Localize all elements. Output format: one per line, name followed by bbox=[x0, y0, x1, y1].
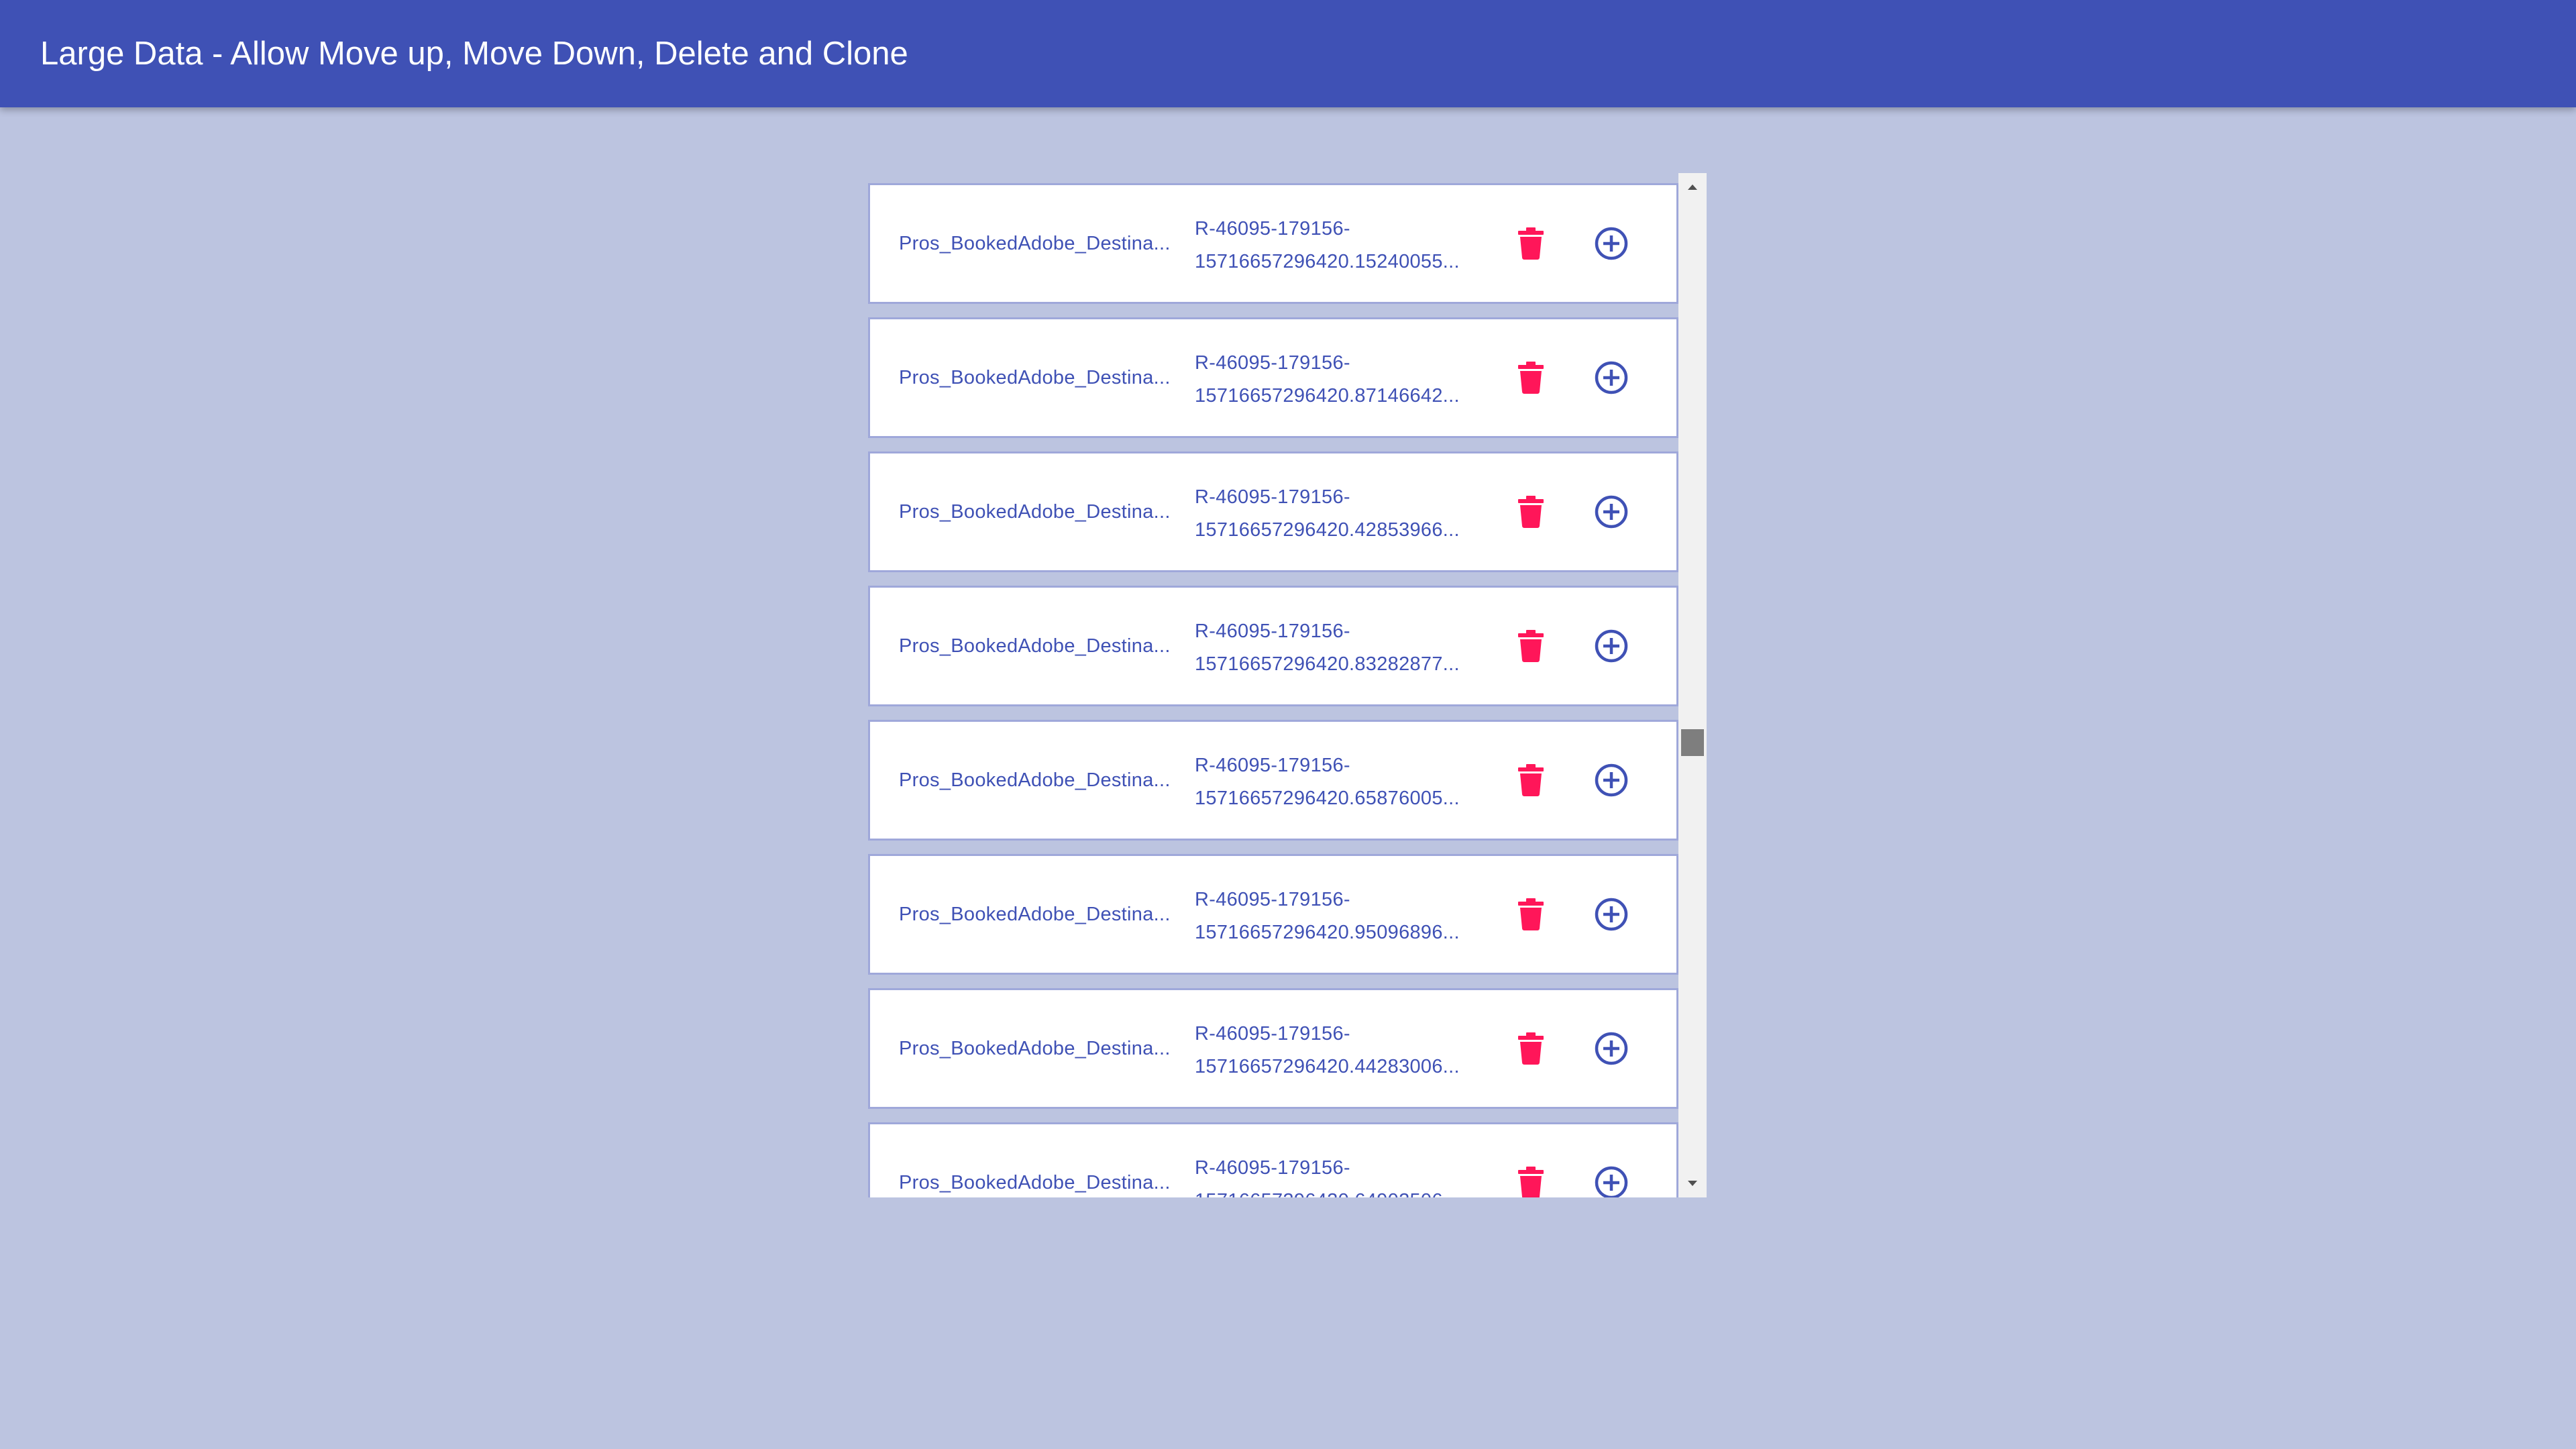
add-circle-icon bbox=[1593, 762, 1629, 798]
item-name: Pros_BookedAdobe_Destina... bbox=[899, 990, 1194, 1107]
clone-button[interactable] bbox=[1589, 1026, 1633, 1071]
add-circle-icon bbox=[1593, 360, 1629, 396]
add-circle-icon bbox=[1593, 628, 1629, 664]
add-circle-icon bbox=[1593, 1030, 1629, 1067]
list-item[interactable]: Pros_BookedAdobe_Destina... R-46095-17915… bbox=[868, 317, 1678, 438]
delete-button[interactable] bbox=[1509, 221, 1553, 266]
item-name: Pros_BookedAdobe_Destina... bbox=[899, 856, 1194, 973]
item-name-text: Pros_BookedAdobe_Destina... bbox=[899, 500, 1171, 523]
clone-button[interactable] bbox=[1589, 758, 1633, 802]
item-id-line2: 15716657296420.87146642... bbox=[1195, 385, 1460, 407]
item-name: Pros_BookedAdobe_Destina... bbox=[899, 588, 1194, 704]
item-id-line2: 15716657296420.42853966... bbox=[1195, 519, 1460, 541]
app-toolbar: Large Data - Allow Move up, Move Down, D… bbox=[0, 0, 2576, 107]
item-name: Pros_BookedAdobe_Destina... bbox=[899, 453, 1194, 570]
item-id-line1: R-46095-179156- bbox=[1195, 352, 1350, 374]
item-name-text: Pros_BookedAdobe_Destina... bbox=[899, 769, 1171, 791]
item-id-line2: 15716657296420.15240055... bbox=[1195, 251, 1460, 272]
list-item[interactable]: Pros_BookedAdobe_Destina... R-46095-17915… bbox=[868, 586, 1678, 706]
trash-icon bbox=[1518, 1167, 1544, 1197]
item-id-line2: 15716657296420.65876005... bbox=[1195, 788, 1460, 809]
list-item[interactable]: Pros_BookedAdobe_Destina... R-46095-17915… bbox=[868, 720, 1678, 841]
virtual-scroll-list[interactable]: Pros_BookedAdobe_Destina... R-46095-17915… bbox=[868, 173, 1707, 1197]
clone-button[interactable] bbox=[1589, 624, 1633, 668]
item-name-text: Pros_BookedAdobe_Destina... bbox=[899, 635, 1171, 657]
add-circle-icon bbox=[1593, 1165, 1629, 1197]
list-item[interactable]: Pros_BookedAdobe_Destina... R-46095-17915… bbox=[868, 854, 1678, 975]
clone-button[interactable] bbox=[1589, 221, 1633, 266]
clone-button[interactable] bbox=[1589, 356, 1633, 400]
item-name-text: Pros_BookedAdobe_Destina... bbox=[899, 232, 1171, 254]
item-id-line2: 15716657296420.44283006... bbox=[1195, 1056, 1460, 1077]
item-id: R-46095-179156- 15716657296420.65876005..… bbox=[1195, 749, 1483, 815]
item-name-text: Pros_BookedAdobe_Destina... bbox=[899, 366, 1171, 388]
trash-icon bbox=[1518, 1032, 1544, 1065]
item-name: Pros_BookedAdobe_Destina... bbox=[899, 1124, 1194, 1197]
item-id: R-46095-179156- 15716657296420.15240055..… bbox=[1195, 213, 1483, 278]
vertical-scrollbar[interactable] bbox=[1678, 173, 1707, 1197]
item-name-text: Pros_BookedAdobe_Destina... bbox=[899, 1171, 1171, 1193]
delete-button[interactable] bbox=[1509, 758, 1553, 802]
item-id-line1: R-46095-179156- bbox=[1195, 486, 1350, 508]
item-id: R-46095-179156- 15716657296420.42853966..… bbox=[1195, 481, 1483, 547]
delete-button[interactable] bbox=[1509, 356, 1553, 400]
item-id: R-46095-179156- 15716657296420.87146642..… bbox=[1195, 347, 1483, 413]
scroll-down-arrow-icon[interactable] bbox=[1678, 1169, 1707, 1197]
item-id-line1: R-46095-179156- bbox=[1195, 1157, 1350, 1179]
page-title: Large Data - Allow Move up, Move Down, D… bbox=[40, 36, 908, 72]
add-circle-icon bbox=[1593, 494, 1629, 530]
item-id-line1: R-46095-179156- bbox=[1195, 621, 1350, 642]
scrollbar-thumb[interactable] bbox=[1681, 729, 1704, 756]
item-name: Pros_BookedAdobe_Destina... bbox=[899, 722, 1194, 839]
item-name-text: Pros_BookedAdobe_Destina... bbox=[899, 1037, 1171, 1059]
item-id-line2: 15716657296420.64902506... bbox=[1195, 1185, 1483, 1197]
trash-icon bbox=[1518, 362, 1544, 394]
item-id: R-46095-179156- 15716657296420.83282877..… bbox=[1195, 615, 1483, 681]
scroll-up-arrow-icon[interactable] bbox=[1678, 173, 1707, 201]
trash-icon bbox=[1518, 496, 1544, 528]
trash-icon bbox=[1518, 630, 1544, 662]
item-name: Pros_BookedAdobe_Destina... bbox=[899, 319, 1194, 436]
item-id-line1: R-46095-179156- bbox=[1195, 889, 1350, 910]
item-id: R-46095-179156- 15716657296420.64902506..… bbox=[1195, 1152, 1483, 1197]
delete-button[interactable] bbox=[1509, 892, 1553, 936]
item-id: R-46095-179156- 15716657296420.95096896..… bbox=[1195, 883, 1483, 949]
item-id-line2: 15716657296420.83282877... bbox=[1195, 653, 1460, 675]
trash-icon bbox=[1518, 764, 1544, 796]
delete-button[interactable] bbox=[1509, 490, 1553, 534]
item-name-text: Pros_BookedAdobe_Destina... bbox=[899, 903, 1171, 925]
item-id-line1: R-46095-179156- bbox=[1195, 1023, 1350, 1044]
item-id: R-46095-179156- 15716657296420.44283006..… bbox=[1195, 1018, 1483, 1083]
list-item[interactable]: Pros_BookedAdobe_Destina... R-46095-17915… bbox=[868, 451, 1678, 572]
delete-button[interactable] bbox=[1509, 1026, 1553, 1071]
clone-button[interactable] bbox=[1589, 1161, 1633, 1197]
list-viewport[interactable]: Pros_BookedAdobe_Destina... R-46095-17915… bbox=[868, 173, 1678, 1197]
item-id-line2: 15716657296420.95096896... bbox=[1195, 922, 1460, 943]
delete-button[interactable] bbox=[1509, 1161, 1553, 1197]
clone-button[interactable] bbox=[1589, 490, 1633, 534]
trash-icon bbox=[1518, 227, 1544, 260]
list-item[interactable]: Pros_BookedAdobe_Destina... R-46095-17915… bbox=[868, 988, 1678, 1109]
add-circle-icon bbox=[1593, 896, 1629, 932]
item-name: Pros_BookedAdobe_Destina... bbox=[899, 185, 1194, 302]
add-circle-icon bbox=[1593, 225, 1629, 262]
list-item[interactable]: Pros_BookedAdobe_Destina... R-46095-17915… bbox=[868, 1122, 1678, 1197]
item-id-line1: R-46095-179156- bbox=[1195, 218, 1350, 239]
delete-button[interactable] bbox=[1509, 624, 1553, 668]
clone-button[interactable] bbox=[1589, 892, 1633, 936]
list-item[interactable]: Pros_BookedAdobe_Destina... R-46095-17915… bbox=[868, 183, 1678, 304]
item-id-line1: R-46095-179156- bbox=[1195, 755, 1350, 776]
trash-icon bbox=[1518, 898, 1544, 930]
